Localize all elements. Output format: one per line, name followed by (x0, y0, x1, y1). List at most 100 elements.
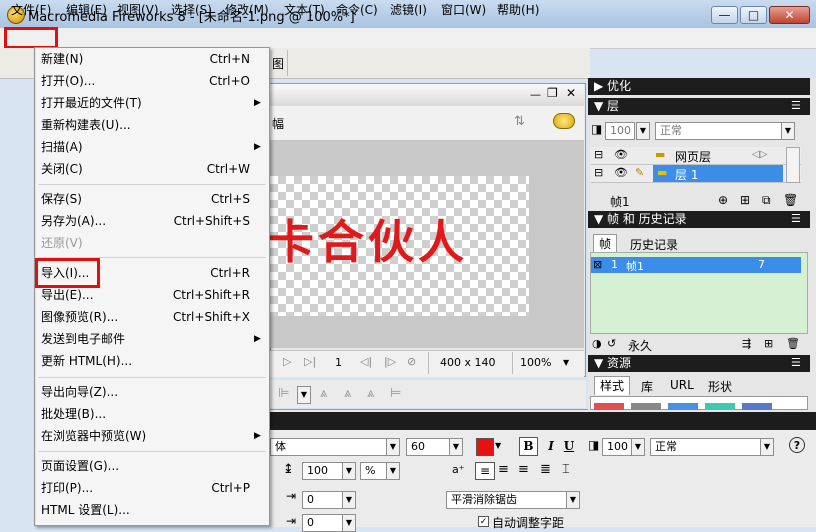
menu-item-close[interactable]: 关闭(C) (41, 160, 83, 178)
menu-edit[interactable]: 编辑(E) (63, 2, 110, 18)
font-family-dropdown-icon[interactable]: ▼ (386, 438, 400, 456)
doc-restore-icon[interactable]: ❐ (547, 86, 558, 100)
menu-view[interactable]: 视图(V) (114, 2, 162, 18)
menu-item-send-email[interactable]: 发送到电子邮件 (41, 330, 125, 348)
auto-kern-checkbox[interactable]: ✓ (478, 516, 489, 527)
menu-filters[interactable]: 滤镜(I) (387, 2, 430, 18)
menu-item-export-wizard[interactable]: 导出向导(Z)... (41, 383, 118, 401)
web-layer-visibility-icon[interactable]: 👁 (614, 148, 628, 161)
justify-text-button[interactable]: ≣ (540, 462, 551, 477)
preview-transfer-icon[interactable]: ⇅ (514, 114, 525, 129)
menu-commands[interactable]: 命令(C) (333, 2, 381, 18)
document-tab-partial[interactable]: 幅 (272, 115, 284, 132)
menu-text[interactable]: 文本(T) (281, 2, 328, 18)
last-frame-icon[interactable]: ▷| (304, 355, 316, 368)
play-icon[interactable]: ▷ (283, 355, 291, 368)
underline-button[interactable]: U (562, 437, 576, 456)
layer-1-expand-icon[interactable]: ⊟ (594, 166, 603, 179)
loop-icon[interactable]: ↺ (607, 337, 616, 350)
blend-mode-dropdown-icon[interactable]: ▼ (760, 438, 774, 456)
antialias-select[interactable]: 平滑消除锯齿 (446, 491, 580, 509)
stop-icon[interactable]: ⊘ (407, 355, 416, 368)
menu-help[interactable]: 帮助(H) (494, 2, 542, 18)
paragraph-space-dropdown-icon[interactable]: ▼ (342, 514, 356, 532)
assets-panel-menu-icon[interactable]: ☰ (791, 356, 801, 369)
align-dropdown-icon[interactable]: ▼ (297, 386, 311, 404)
blend-mode-select[interactable]: 正常 (650, 438, 774, 456)
menu-window[interactable]: 窗口(W) (438, 2, 489, 18)
new-frame-icon[interactable]: ⊞ (764, 337, 773, 350)
leading-unit-dropdown-icon[interactable]: ▼ (386, 462, 400, 480)
tab-styles[interactable]: 样式 (594, 376, 630, 395)
frame-row-1[interactable] (591, 257, 801, 273)
layer-blend-dropdown-icon[interactable]: ▼ (781, 122, 795, 140)
tab-library[interactable]: 库 (641, 378, 653, 395)
menu-item-export[interactable]: 导出(E)... (41, 286, 93, 304)
quick-export-icon[interactable] (553, 113, 575, 129)
layer-opacity-field[interactable]: 100 (605, 122, 635, 140)
doc-minimize-icon[interactable]: — (530, 88, 541, 101)
bold-button[interactable]: B (519, 437, 538, 456)
distribute-icon-4[interactable]: ⊨ (390, 386, 401, 401)
menu-item-scan[interactable]: 扫描(A) (41, 138, 83, 156)
maximize-button[interactable]: □ (740, 6, 767, 24)
web-layer-share-icon[interactable]: ◁▷ (752, 149, 767, 160)
align-left-icon[interactable]: ⊫ (278, 386, 289, 401)
menu-item-image-preview[interactable]: 图像预览(R)... (41, 308, 118, 326)
minimize-button[interactable]: — (711, 6, 738, 24)
align-text-right-button[interactable]: ≡ (518, 462, 529, 477)
web-layer-expand-icon[interactable]: ⊟ (594, 148, 603, 161)
font-family-select[interactable]: 体 (270, 438, 400, 456)
opacity-dropdown-icon[interactable]: ▼ (631, 438, 645, 456)
menu-item-update-html[interactable]: 更新 HTML(H)... (41, 352, 132, 370)
stretch-text-button[interactable]: ⌶ (562, 462, 570, 477)
tab-url[interactable]: URL (670, 378, 694, 392)
menu-item-html-setup[interactable]: HTML 设置(L)... (41, 501, 130, 519)
antialias-dropdown-icon[interactable]: ▼ (566, 491, 580, 509)
distribute-icon-1[interactable]: ⩓ (320, 386, 327, 401)
menu-item-save[interactable]: 保存(S) (41, 190, 82, 208)
menu-item-new[interactable]: 新建(N) (41, 50, 83, 68)
color-dropdown-icon[interactable]: ▼ (495, 441, 501, 450)
italic-button[interactable]: I (544, 437, 558, 456)
layer-1-name[interactable]: 层 1 (675, 166, 698, 183)
menu-item-rebuild-table[interactable]: 重新构建表(U)... (41, 116, 131, 134)
layer-opacity-dropdown-icon[interactable]: ▼ (636, 122, 650, 140)
duplicate-layer-icon[interactable]: ⧉ (762, 193, 771, 208)
loop-label[interactable]: 永久 (628, 337, 652, 354)
close-button[interactable]: ✕ (769, 6, 810, 24)
menu-item-open-recent[interactable]: 打开最近的文件(T) (41, 94, 142, 112)
layers-panel-header[interactable]: ▼ 层 (588, 98, 810, 115)
canvas-text-object[interactable]: 卡合伙人 (268, 206, 468, 272)
web-layer-name[interactable]: 网页层 (675, 148, 711, 165)
delete-frame-icon[interactable]: 🗑 (786, 337, 800, 350)
frames-panel-menu-icon[interactable]: ☰ (791, 212, 801, 225)
layer-blend-select[interactable]: 正常 (655, 122, 795, 140)
new-layer-icon[interactable]: ⊞ (740, 193, 750, 207)
align-text-center-button[interactable]: ≡ (498, 462, 509, 477)
tab-history[interactable]: 历史记录 (630, 236, 678, 253)
menu-item-print[interactable]: 打印(P)... (41, 479, 93, 497)
layers-panel-menu-icon[interactable]: ☰ (791, 99, 801, 112)
style-swatch-2[interactable] (631, 403, 661, 410)
help-icon[interactable]: ? (789, 437, 805, 453)
zoom-level[interactable]: 100% (520, 356, 551, 369)
layer-1-visibility-icon[interactable]: 👁 (614, 166, 628, 179)
align-text-left-button[interactable]: ≡ (475, 462, 495, 480)
layer-1-edit-pencil-icon[interactable]: ✎ (635, 166, 644, 179)
next-frame-icon[interactable]: |▷ (384, 355, 396, 368)
style-swatch-3[interactable] (668, 403, 698, 410)
leading-dropdown-icon[interactable]: ▼ (342, 462, 356, 480)
canvas-size-readout[interactable]: 400 x 140 (440, 356, 496, 369)
font-size-dropdown-icon[interactable]: ▼ (449, 438, 463, 456)
font-size-field[interactable]: 60 (406, 438, 450, 456)
tab-shapes[interactable]: 形状 (708, 378, 732, 395)
menu-item-preview-in-browser[interactable]: 在浏览器中预览(W) (41, 427, 146, 445)
distribute-icon-3[interactable]: ⩓ (367, 386, 374, 401)
prev-frame-icon[interactable]: ◁| (360, 355, 372, 368)
zoom-dropdown-icon[interactable]: ▼ (563, 358, 569, 367)
style-swatch-5[interactable] (742, 403, 772, 410)
tab-frames[interactable]: 帧 (593, 234, 617, 252)
style-swatch-4[interactable] (705, 403, 735, 410)
new-sublayer-icon[interactable]: ⊕ (718, 193, 728, 207)
